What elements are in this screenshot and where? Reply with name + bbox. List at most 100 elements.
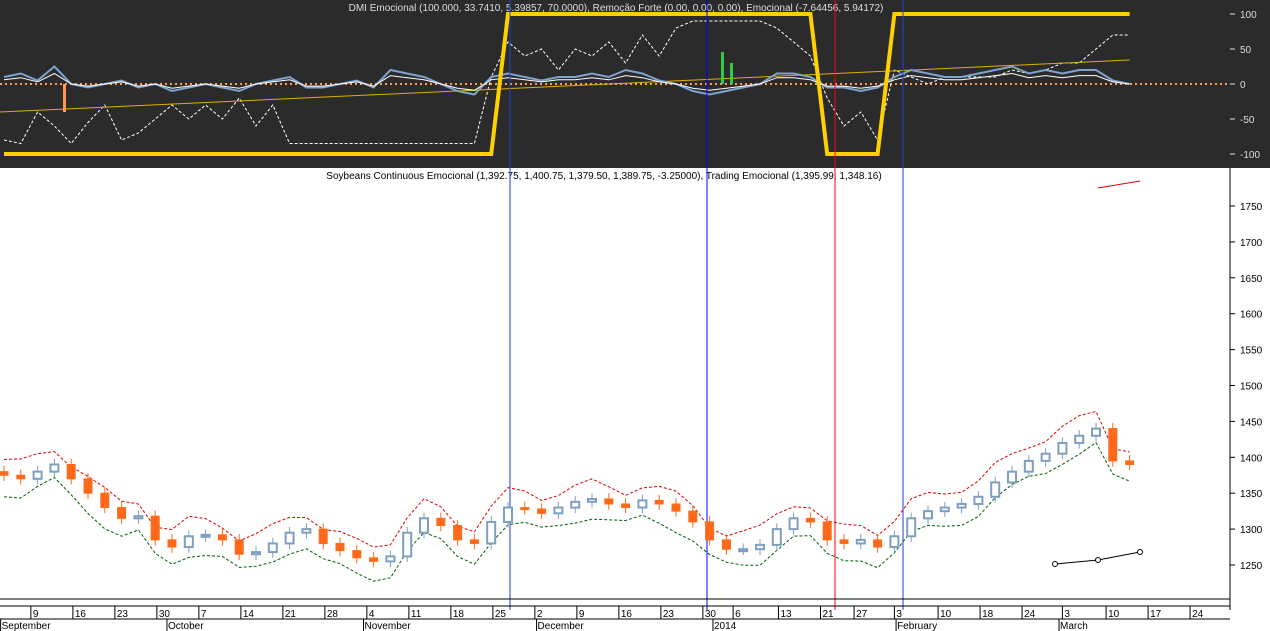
xtick-label: 21	[822, 609, 834, 620]
ytick-label: -100	[1240, 150, 1260, 161]
upper-band	[3, 410, 1130, 548]
xtick-label: 18	[982, 609, 994, 620]
candle	[956, 502, 967, 509]
ytick-label: 1450	[1240, 417, 1263, 428]
candle	[16, 474, 26, 480]
candle	[671, 503, 681, 512]
candle	[1057, 441, 1068, 455]
candle	[469, 539, 479, 544]
histogram-bar	[730, 63, 733, 84]
candle	[570, 500, 581, 509]
xtick-label: 30	[705, 609, 717, 620]
candle	[553, 506, 564, 515]
projection-point	[1052, 561, 1058, 567]
xtick-label: 23	[663, 609, 675, 620]
resistance-line	[1097, 180, 1141, 189]
xtick-label: 11	[411, 609, 422, 620]
candle	[32, 470, 43, 480]
candle	[939, 506, 950, 513]
candle	[755, 543, 765, 551]
candle	[688, 510, 698, 523]
month-label: October	[168, 621, 204, 631]
ytick-label: 1700	[1240, 238, 1263, 249]
candle	[873, 539, 883, 548]
top-axis-bg	[1230, 0, 1270, 168]
candle	[83, 478, 93, 494]
candle	[1074, 434, 1085, 444]
candle	[419, 517, 429, 534]
xtick-label: 16	[621, 609, 633, 620]
candle	[1023, 459, 1034, 473]
ytick-label: -50	[1240, 115, 1255, 126]
candle	[385, 555, 396, 563]
candle	[402, 531, 413, 558]
candle	[1040, 452, 1051, 462]
xtick-label: 24	[1024, 609, 1036, 620]
candle	[587, 497, 597, 503]
xtick-label: 7	[201, 609, 207, 620]
ytick-label: 1300	[1240, 525, 1263, 536]
candle	[1108, 428, 1118, 462]
candle	[352, 550, 362, 559]
candle	[973, 495, 984, 505]
candle	[839, 539, 849, 544]
candle	[805, 517, 815, 523]
candle	[183, 535, 194, 549]
ytick-label: 1600	[1240, 310, 1263, 321]
candle	[604, 498, 614, 505]
candle	[990, 481, 1001, 498]
candle	[117, 507, 127, 519]
month-label: March	[1060, 621, 1088, 631]
xtick-label: 6	[735, 609, 741, 620]
candle	[133, 515, 144, 520]
candle	[654, 499, 664, 505]
xtick-label: 10	[1108, 609, 1120, 620]
month-label: December	[538, 621, 585, 631]
xtick-label: 25	[495, 609, 507, 620]
candle	[822, 521, 832, 541]
candle	[486, 520, 497, 545]
candle	[167, 539, 177, 548]
xtick-label: 2	[537, 609, 543, 620]
candle	[0, 471, 9, 476]
candle	[1091, 427, 1101, 437]
xtick-label: 3	[1064, 609, 1070, 620]
xtick-label: 23	[117, 609, 129, 620]
xtick-label: 28	[327, 609, 339, 620]
candle	[200, 533, 211, 538]
candle	[1007, 470, 1017, 484]
candle	[923, 510, 933, 520]
ytick-label: 0	[1240, 80, 1246, 91]
xtick-label: 3	[896, 609, 902, 620]
candle	[150, 515, 160, 541]
candle	[637, 499, 648, 509]
xtick-label: 24	[1192, 609, 1204, 620]
month-label: November	[365, 621, 412, 631]
candle	[1125, 460, 1135, 465]
candle	[436, 517, 446, 527]
candle	[453, 525, 463, 541]
month-label: September	[2, 621, 52, 631]
xtick-label: 13	[780, 609, 792, 620]
candle	[318, 528, 328, 544]
xtick-label: 18	[453, 609, 465, 620]
chart-window: DMI Emocional (100.000, 33.7410, 5.39857…	[0, 0, 1270, 631]
candle	[520, 507, 530, 511]
price-title: Soybeans Continuous Emocional (1,392.75,…	[326, 171, 881, 182]
candle	[100, 492, 110, 509]
candle	[855, 538, 866, 545]
xtick-label: 4	[369, 609, 375, 620]
candle	[771, 528, 782, 546]
candle	[301, 528, 312, 534]
candle	[721, 539, 731, 550]
xtick-label: 17	[1150, 609, 1162, 620]
xtick-label: 30	[159, 609, 171, 620]
candle	[906, 517, 917, 538]
candle	[537, 508, 547, 514]
candle	[738, 548, 749, 553]
candle	[369, 557, 379, 562]
xtick-label: 9	[579, 609, 585, 620]
xtick-label: 16	[75, 609, 87, 620]
xtick-label: 21	[285, 609, 297, 620]
ytick-label: 50	[1240, 45, 1252, 56]
